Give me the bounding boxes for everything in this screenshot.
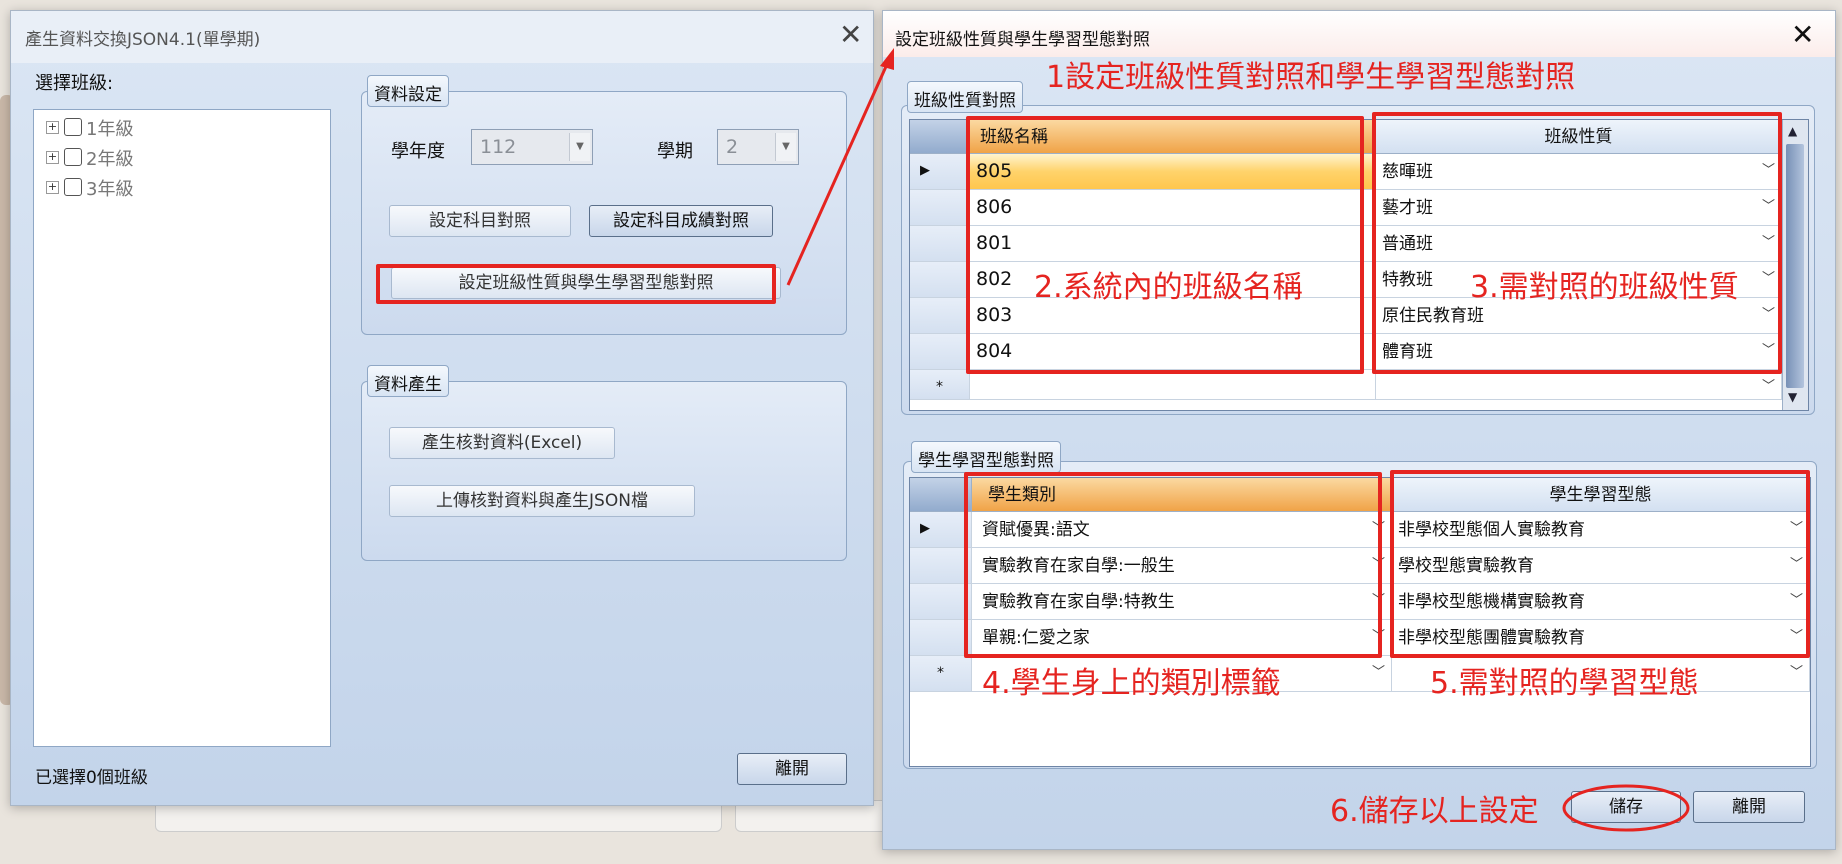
row-header[interactable] <box>910 548 972 584</box>
expand-icon[interactable]: + <box>46 121 59 134</box>
highlight-class-type-column <box>1372 112 1782 374</box>
chevron-down-icon[interactable]: ﹀ <box>1372 656 1385 690</box>
class-tree[interactable]: + 1年級 + 2年級 + 3年級 <box>33 109 331 747</box>
close-icon[interactable]: ✕ <box>1791 21 1814 49</box>
current-row-icon: ▶ <box>920 163 930 178</box>
new-row-marker: * <box>937 665 944 681</box>
class-type-cell[interactable]: ﹀ <box>1376 370 1782 400</box>
scroll-down-icon[interactable]: ▼ <box>1788 390 1797 404</box>
class-type-legend: 班級性質對照 <box>907 81 1023 113</box>
dialog-title: 產生資料交換JSON4.1(單學期) <box>25 30 261 50</box>
row-header[interactable] <box>910 334 970 370</box>
row-header[interactable] <box>910 226 970 262</box>
grid-corner <box>910 120 970 154</box>
selected-count-status: 已選擇0個班級 <box>35 768 148 788</box>
leave-button[interactable]: 離開 <box>1693 791 1805 823</box>
row-header[interactable] <box>910 262 970 298</box>
school-year-value: 112 <box>480 136 517 158</box>
school-year-select[interactable]: 112 ▼ <box>471 129 593 165</box>
highlight-student-category-column <box>964 472 1382 658</box>
row-header[interactable] <box>910 298 970 334</box>
subject-score-mapping-button[interactable]: 設定科目成績對照 <box>589 205 773 237</box>
checkbox[interactable] <box>64 178 82 196</box>
tree-item-label: 1年級 <box>86 119 134 140</box>
row-header[interactable]: * <box>910 656 972 692</box>
data-generation-group <box>361 381 847 561</box>
save-button[interactable]: 儲存 <box>1571 791 1681 823</box>
checkbox[interactable] <box>64 148 82 166</box>
student-mode-legend: 學生學習型態對照 <box>911 441 1061 473</box>
upload-json-button[interactable]: 上傳核對資料與產生JSON檔 <box>389 485 695 517</box>
row-header[interactable] <box>910 620 972 656</box>
annotation-step5: 5.需對照的學習型態 <box>1430 666 1699 701</box>
chevron-down-icon[interactable]: ﹀ <box>1790 656 1803 690</box>
close-icon[interactable]: ✕ <box>839 21 862 49</box>
grid-corner <box>910 478 972 512</box>
expand-icon[interactable]: + <box>46 181 59 194</box>
annotation-step1: 1設定班級性質對照和學生學習型態對照 <box>1046 60 1576 95</box>
annotation-step2: 2.系統內的班級名稱 <box>1034 270 1303 305</box>
subject-mapping-button[interactable]: 設定科目對照 <box>389 205 571 237</box>
school-year-label: 學年度 <box>391 141 445 162</box>
semester-value: 2 <box>726 136 739 158</box>
semester-select[interactable]: 2 ▼ <box>717 129 799 165</box>
row-header[interactable]: ▶ <box>910 154 970 190</box>
annotation-step3: 3.需對照的班級性質 <box>1470 270 1739 305</box>
highlight-class-name-column <box>966 116 1364 374</box>
semester-label: 學期 <box>657 141 693 162</box>
dialog-title: 設定班級性質與學生學習型態對照 <box>895 30 1150 50</box>
scroll-up-icon[interactable]: ▲ <box>1788 124 1797 138</box>
row-header[interactable]: * <box>910 370 970 400</box>
new-row-marker: * <box>936 379 943 395</box>
select-class-label: 選擇班級: <box>35 73 114 94</box>
json-export-dialog: 產生資料交換JSON4.1(單學期) ✕ 選擇班級: + 1年級 + 2年級 +… <box>10 10 874 806</box>
tree-item-label: 2年級 <box>86 149 134 170</box>
title-bar: 設定班級性質與學生學習型態對照 ✕ <box>883 11 1835 57</box>
checkbox[interactable] <box>64 118 82 136</box>
class-name-cell[interactable] <box>970 370 1376 400</box>
title-bar: 產生資料交換JSON4.1(單學期) ✕ <box>11 11 873 63</box>
current-row-icon: ▶ <box>920 521 930 536</box>
highlight-learning-mode-column <box>1390 470 1810 658</box>
chevron-down-icon[interactable]: ▼ <box>775 133 796 161</box>
chevron-down-icon[interactable]: ▼ <box>569 133 590 161</box>
scroll-thumb[interactable] <box>1786 144 1804 388</box>
vertical-scrollbar[interactable]: ▲ ▼ <box>1782 120 1808 410</box>
row-header[interactable] <box>910 584 972 620</box>
row-header[interactable]: ▶ <box>910 512 972 548</box>
leave-button[interactable]: 離開 <box>737 753 847 785</box>
expand-icon[interactable]: + <box>46 151 59 164</box>
row-header[interactable] <box>910 190 970 226</box>
data-generation-legend: 資料產生 <box>367 365 449 397</box>
annotation-step4: 4.學生身上的類別標籤 <box>982 666 1281 701</box>
generate-excel-button[interactable]: 產生核對資料(Excel) <box>389 427 615 459</box>
highlight-class-type-mapping-button <box>376 264 776 304</box>
chevron-down-icon[interactable]: ﹀ <box>1762 370 1775 399</box>
data-settings-legend: 資料設定 <box>367 75 449 107</box>
tree-item-label: 3年級 <box>86 179 134 200</box>
annotation-step6: 6.儲存以上設定 <box>1330 794 1539 829</box>
